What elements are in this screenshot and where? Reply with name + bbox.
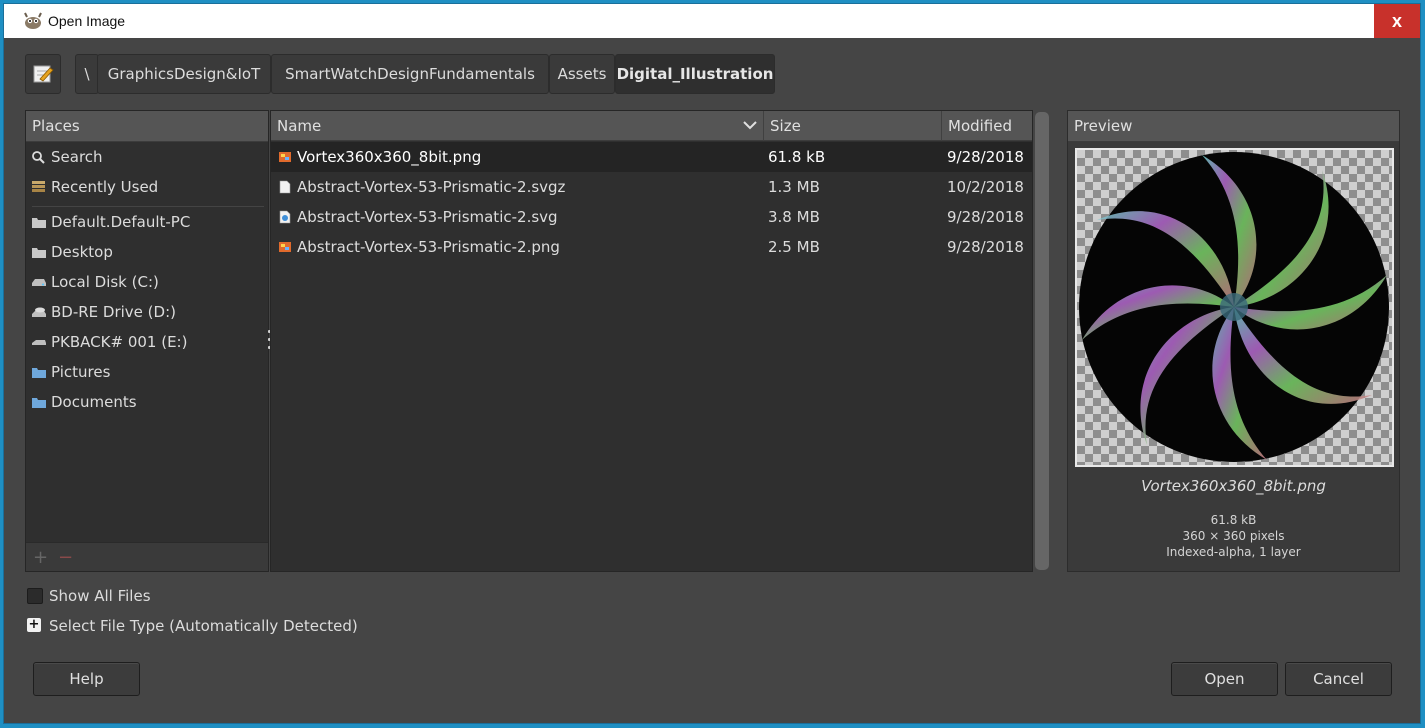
folder-icon <box>32 218 46 228</box>
file-list: Name Size Modified Vortex360x360_8bit.pn… <box>270 110 1033 572</box>
place-documents[interactable]: Documents <box>26 387 268 417</box>
breadcrumb-root[interactable]: \ <box>75 54 99 94</box>
file-name: Abstract-Vortex-53-Prismatic-2.svgz <box>297 178 566 196</box>
place-search[interactable]: Search <box>26 142 268 172</box>
breadcrumb-item-current[interactable]: Digital_Illustration <box>615 54 775 94</box>
blank-file-icon <box>279 180 291 194</box>
preview-panel: Preview Vortex360x360_8bit.png 61.8 kB 3… <box>1067 110 1400 572</box>
preview-color-mode: Indexed-alpha, 1 layer <box>1166 545 1301 559</box>
place-default-pc[interactable]: Default.Default-PC <box>26 207 268 237</box>
place-pkback[interactable]: PKBACK# 001 (E:) <box>26 327 268 357</box>
search-icon <box>32 151 45 164</box>
close-button[interactable]: x <box>1374 4 1420 38</box>
breadcrumb-item[interactable]: Assets <box>549 54 615 94</box>
place-pictures[interactable]: Pictures <box>26 357 268 387</box>
image-file-icon <box>279 242 291 252</box>
place-label: Pictures <box>51 363 111 381</box>
file-list-scrollbar[interactable] <box>1035 112 1049 570</box>
help-button[interactable]: Help <box>33 662 140 696</box>
place-label: Recently Used <box>51 178 159 196</box>
gimp-icon <box>24 12 42 29</box>
file-row[interactable]: Abstract-Vortex-53-Prismatic-2.svgz 1.3 … <box>271 172 1032 202</box>
file-size: 61.8 kB <box>768 148 826 166</box>
place-local-disk[interactable]: Local Disk (C:) <box>26 267 268 297</box>
preview-file-size: 61.8 kB <box>1210 513 1257 527</box>
file-modified: 10/2/2018 <box>947 178 1024 196</box>
select-file-type-label: Select File Type (Automatically Detected… <box>49 617 358 635</box>
recent-icon <box>32 181 45 192</box>
file-size: 2.5 MB <box>768 238 820 256</box>
vortex-thumbnail <box>1079 152 1389 462</box>
cancel-button[interactable]: Cancel <box>1285 662 1392 696</box>
file-size: 3.8 MB <box>768 208 820 226</box>
title-bar[interactable]: Open Image x <box>4 4 1420 38</box>
type-location-button[interactable] <box>25 54 61 94</box>
place-label: Local Disk (C:) <box>51 273 159 291</box>
preview-filename: Vortex360x360_8bit.png <box>1141 477 1326 495</box>
place-label: PKBACK# 001 (E:) <box>51 333 188 351</box>
place-label: Documents <box>51 393 137 411</box>
chevron-down-icon <box>743 121 757 130</box>
file-modified: 9/28/2018 <box>947 208 1024 226</box>
image-file-icon <box>279 152 291 162</box>
drive-icon <box>32 279 46 286</box>
show-all-files-checkbox[interactable] <box>27 588 43 604</box>
folder-blue-icon <box>32 398 46 408</box>
open-image-dialog: Open Image x \ GraphicsDesign&IoT SmartW… <box>3 3 1421 724</box>
place-label: Search <box>51 148 103 166</box>
show-all-files-label: Show All Files <box>49 587 151 605</box>
place-desktop[interactable]: Desktop <box>26 237 268 267</box>
places-panel: Places Search Recently Used Default.Defa… <box>25 110 269 572</box>
file-name: Vortex360x360_8bit.png <box>297 148 482 166</box>
file-row[interactable]: Abstract-Vortex-53-Prismatic-2.png 2.5 M… <box>271 232 1032 262</box>
places-footer: + − <box>26 542 268 571</box>
add-bookmark-button[interactable]: + <box>33 547 48 568</box>
place-label: BD-RE Drive (D:) <box>51 303 176 321</box>
file-modified: 9/28/2018 <box>947 148 1024 166</box>
file-name: Abstract-Vortex-53-Prismatic-2.png <box>297 238 560 256</box>
column-header-size[interactable]: Size <box>764 111 942 141</box>
file-modified: 9/28/2018 <box>947 238 1024 256</box>
edit-pencil-icon <box>33 65 54 83</box>
preview-header: Preview <box>1068 111 1399 142</box>
drive-icon <box>32 340 46 345</box>
column-header-label: Name <box>277 117 322 135</box>
place-label: Desktop <box>51 243 113 261</box>
preview-image <box>1075 148 1394 467</box>
expand-plus-icon[interactable]: + <box>27 618 41 632</box>
folder-icon <box>32 248 46 258</box>
place-recently-used[interactable]: Recently Used <box>26 172 268 202</box>
folder-blue-icon <box>32 368 46 378</box>
remove-bookmark-button[interactable]: − <box>58 547 73 568</box>
optical-drive-icon <box>32 307 46 317</box>
file-name: Abstract-Vortex-53-Prismatic-2.svg <box>297 208 558 226</box>
column-header-name[interactable]: Name <box>271 111 764 141</box>
file-row[interactable]: Abstract-Vortex-53-Prismatic-2.svg 3.8 M… <box>271 202 1032 232</box>
breadcrumb-item[interactable]: SmartWatchDesignFundamentals <box>271 54 549 94</box>
open-button[interactable]: Open <box>1171 662 1278 696</box>
svg-file-icon <box>279 210 291 224</box>
preview-dimensions: 360 × 360 pixels <box>1182 529 1285 543</box>
file-size: 1.3 MB <box>768 178 820 196</box>
column-header-modified[interactable]: Modified <box>942 111 1032 141</box>
places-header: Places <box>26 111 268 142</box>
window-title: Open Image <box>48 13 126 29</box>
file-row[interactable]: Vortex360x360_8bit.png 61.8 kB 9/28/2018 <box>271 142 1032 172</box>
breadcrumb-item[interactable]: GraphicsDesign&IoT <box>97 54 271 94</box>
place-label: Default.Default-PC <box>51 213 191 231</box>
place-bd-re-drive[interactable]: BD-RE Drive (D:) <box>26 297 268 327</box>
